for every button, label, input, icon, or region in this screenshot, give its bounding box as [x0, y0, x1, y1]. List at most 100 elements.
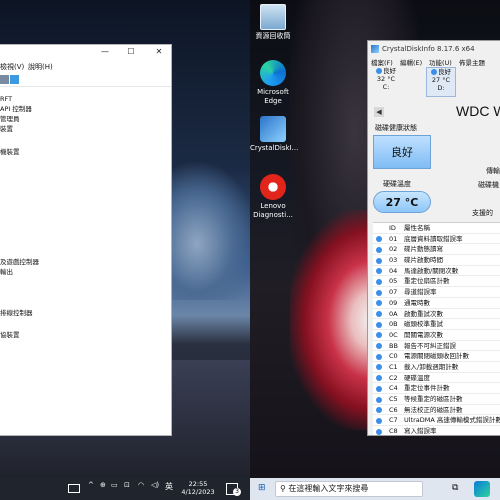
attribute-id: BB	[389, 341, 398, 350]
start-windows-icon[interactable]: ⊞	[258, 483, 266, 493]
table-header: ID 屬性名稱	[373, 223, 500, 234]
header-name: 屬性名稱	[404, 224, 430, 232]
status-dot-icon	[376, 278, 382, 285]
tree-item[interactable]: 管理員	[0, 114, 20, 124]
tree-item[interactable]: 輸出	[0, 267, 13, 277]
drive-letter: C:	[382, 83, 390, 91]
table-row[interactable]: 0A 啟動重試次數	[373, 309, 500, 320]
menu-edit[interactable]: 編輯(E)	[400, 57, 422, 67]
menu-help[interactable]: 說明(H)	[28, 62, 53, 72]
table-row[interactable]: 0C 開關電源次數	[373, 330, 500, 341]
taskbar-right: ⊞ ⚲ 在這裡輸入文字來搜尋 ⧉	[250, 478, 500, 500]
desktop-icon-recycle-bin[interactable]: 資源回收筒	[250, 4, 296, 41]
drive-button-d[interactable]: 良好 27 °C D:	[426, 67, 456, 97]
display-icon[interactable]: ⊡	[124, 481, 130, 489]
status-dot-icon	[376, 236, 382, 243]
attribute-name: 磁頭校準重試	[404, 320, 443, 329]
ime-indicator[interactable]: 英	[165, 481, 173, 492]
monitor-icon[interactable]	[10, 75, 19, 84]
edge-taskbar-icon[interactable]	[474, 481, 490, 497]
table-row[interactable]: BB 報告不可糾正錯誤	[373, 341, 500, 352]
previous-drive-button[interactable]: ◀	[374, 107, 384, 117]
search-input[interactable]: ⚲ 在這裡輸入文字來搜尋	[275, 481, 423, 497]
wifi-icon[interactable]: ◠	[138, 481, 144, 489]
health-status-label: 磁碟健康狀態	[375, 124, 417, 132]
attribute-id: 0C	[389, 330, 398, 339]
clock-date: 4/12/2023	[181, 488, 215, 496]
menu-theme[interactable]: 佈景主題	[459, 57, 485, 67]
attribute-id: C1	[389, 362, 398, 371]
chevron-up-icon[interactable]: ^	[88, 481, 94, 489]
app-icon	[371, 45, 379, 53]
attribute-name: 報告不可糾正錯誤	[404, 341, 456, 350]
attribute-id: 0A	[389, 309, 398, 318]
keyboard-icon[interactable]	[68, 484, 80, 493]
tree-item[interactable]: 排線控制器	[0, 308, 33, 318]
drive-temp: 32 °C	[376, 75, 396, 83]
table-row[interactable]: C2 硬碟溫度	[373, 373, 500, 384]
close-button[interactable]: ✕	[152, 47, 166, 59]
table-row[interactable]: 01 底層資料讀取錯誤率	[373, 234, 500, 245]
status-dot-icon	[376, 268, 382, 275]
menu-bar: 檢視(V) 說明(H)	[0, 61, 171, 73]
status-dot-icon	[376, 246, 382, 253]
menu-function[interactable]: 功能(U)	[429, 57, 452, 67]
table-row[interactable]: 03 碟片啟動時間	[373, 255, 500, 266]
menu-file[interactable]: 檔案(F)	[371, 57, 393, 67]
tree-item[interactable]: API 控制器	[0, 104, 32, 114]
table-row[interactable]: 09 通電時數	[373, 298, 500, 309]
table-row[interactable]: C5 等候重定的磁區計數	[373, 394, 500, 405]
health-status-value: 良好	[373, 135, 431, 169]
minimize-button[interactable]: —	[98, 47, 112, 59]
clock[interactable]: 22:55 4/12/2023	[178, 480, 218, 496]
tree-item[interactable]: 機裝置	[0, 147, 20, 157]
temperature-label: 硬碟溫度	[383, 180, 411, 188]
status-dot-icon	[431, 69, 437, 75]
wallpaper-clouds	[170, 160, 250, 300]
menu-view[interactable]: 檢視(V)	[0, 62, 24, 72]
volume-icon[interactable]: ◁)	[151, 481, 159, 489]
desktop-icon-label: CrystalDiskI...	[250, 144, 299, 152]
status-dot-icon	[376, 396, 382, 403]
desktop-icon-lenovo-diagnostics[interactable]: Lenovo Diagnosti...	[250, 174, 296, 220]
desktop-icon-crystaldiskinfo[interactable]: CrystalDiskI...	[250, 116, 299, 153]
attribute-name: 載入/卸載週期計數	[404, 362, 459, 371]
table-row[interactable]: 0B 磁頭校準重試	[373, 319, 500, 330]
table-row[interactable]: C7 UltraDMA 高速傳輸模式錯誤計數	[373, 415, 500, 427]
table-row[interactable]: 02 碟片動態讀寫	[373, 244, 500, 256]
table-row[interactable]: C8 寫入錯誤率	[373, 426, 500, 435]
table-row[interactable]: 05 重定位扇區計數	[373, 276, 500, 288]
toolbar-icon[interactable]	[0, 75, 9, 84]
table-row[interactable]: C4 重定位事件計數	[373, 383, 500, 394]
battery-icon[interactable]: ▭	[111, 481, 118, 489]
maximize-button[interactable]: ☐	[124, 47, 138, 59]
table-row[interactable]: C1 載入/卸載週期計數	[373, 362, 500, 373]
table-row[interactable]: C0 電源關閉磁頭收回計數	[373, 351, 500, 362]
table-row[interactable]: C6 無法校正的磁區計數	[373, 405, 500, 416]
status-dot-icon	[376, 289, 382, 296]
drive-letter: D:	[437, 84, 445, 92]
attribute-id: C2	[389, 373, 398, 382]
crystaldiskinfo-window: CrystalDiskInfo 8.17.6 x64 檔案(F) 編輯(E) 功…	[367, 40, 500, 436]
status-dot-icon	[376, 257, 382, 264]
tree-item[interactable]: RFT	[0, 94, 12, 104]
attribute-name: 通電時數	[404, 298, 430, 307]
tree-item[interactable]: 裝置	[0, 124, 13, 134]
attribute-id: 05	[389, 277, 398, 286]
smart-attribute-table: ID 屬性名稱 01 底層資料讀取錯誤率 02 碟片動態讀寫 03 碟片啟動時間 04 馬達啟…	[373, 222, 500, 435]
drive-button-c[interactable]: 良好 32 °C C:	[371, 67, 401, 97]
desktop-icon-edge[interactable]: Microsoft Edge	[250, 60, 296, 106]
header-id: ID	[389, 224, 396, 232]
taskbar-left: ^ ⊕ ▭ ⊡ ◠ ◁) 英 22:55 4/12/2023 3	[0, 478, 250, 500]
tree-item[interactable]: 協裝置	[0, 330, 20, 340]
task-view-icon[interactable]: ⧉	[452, 483, 458, 493]
table-row[interactable]: 04 馬達啟動/關閉次數	[373, 266, 500, 277]
attribute-name: 開關電源次數	[404, 330, 443, 339]
tree-item[interactable]: 及遊戲控制器	[0, 257, 39, 267]
attribute-name: 等候重定的磁區計數	[404, 395, 463, 403]
status-dot-icon	[376, 417, 382, 424]
status-dot-icon	[376, 428, 382, 435]
status-dot-icon	[376, 375, 382, 382]
table-row[interactable]: 07 尋道錯誤率	[373, 287, 500, 298]
network-icon[interactable]: ⊕	[100, 481, 106, 489]
